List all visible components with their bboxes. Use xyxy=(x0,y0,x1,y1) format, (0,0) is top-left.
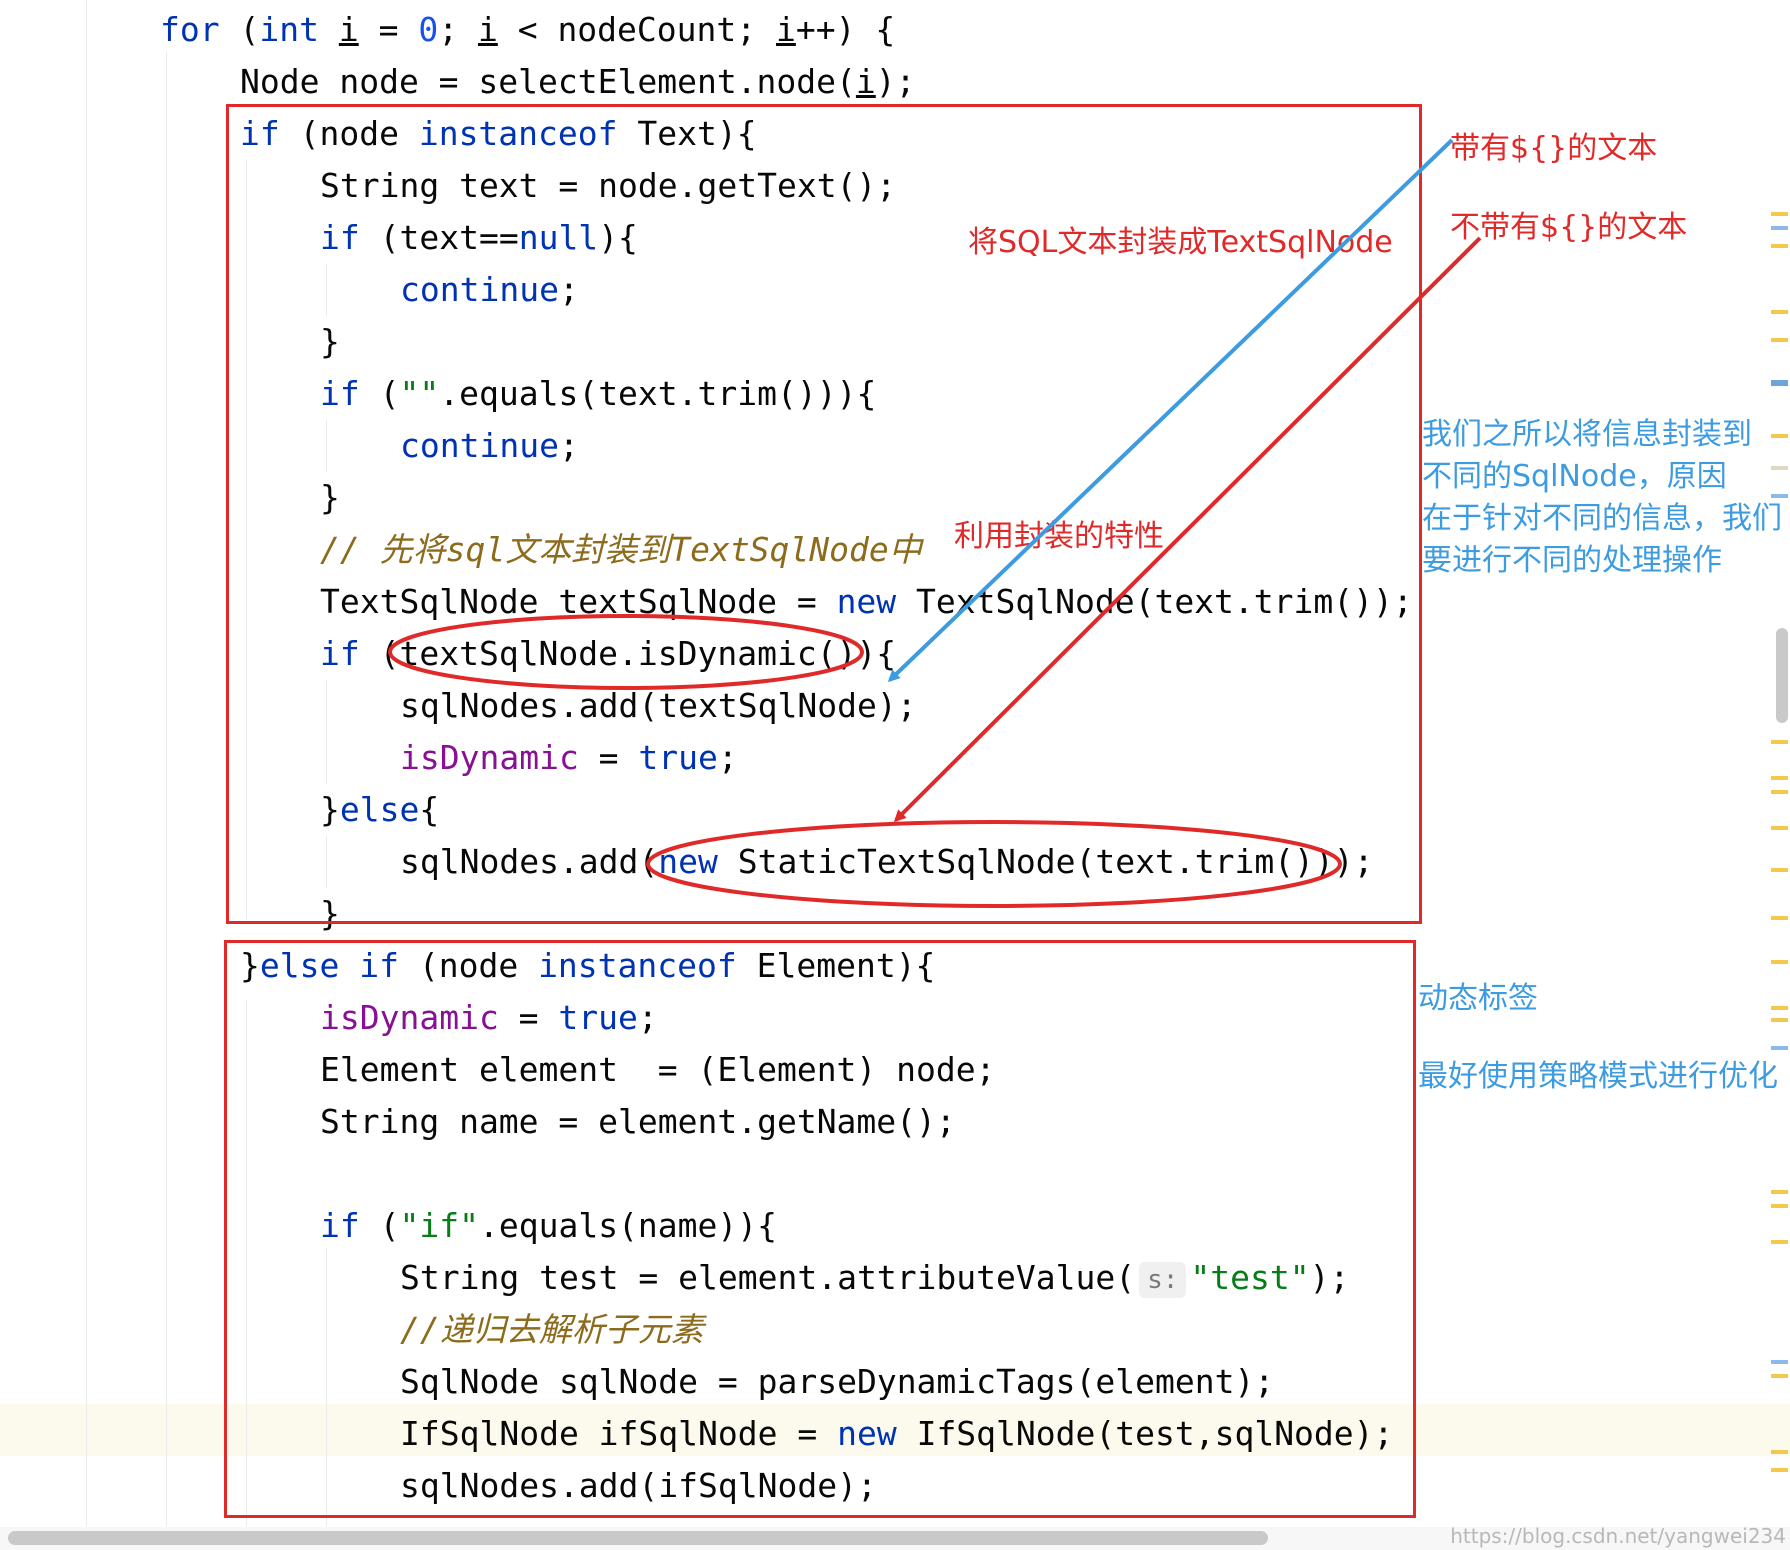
gutter-mark xyxy=(1771,1374,1788,1378)
arrow-to-static xyxy=(893,236,1482,823)
static-text-ellipse xyxy=(646,820,1342,908)
gutter-mark xyxy=(1771,494,1788,498)
gutter-mark xyxy=(1771,212,1788,216)
arrow-to-dynamic xyxy=(887,138,1454,683)
gutter-mark xyxy=(1771,1190,1788,1194)
gutter-mark xyxy=(1771,1204,1788,1208)
gutter-mark xyxy=(1771,1018,1788,1022)
gutter-mark xyxy=(1771,1006,1788,1010)
gutter-mark xyxy=(1771,380,1788,386)
gutter-mark xyxy=(1771,1240,1788,1244)
gutter-mark xyxy=(1771,244,1788,248)
gutter-mark xyxy=(1771,826,1788,830)
gutter-mark xyxy=(1771,868,1788,872)
gutter-mark xyxy=(1771,1046,1788,1050)
gutter-mark xyxy=(1771,1450,1788,1454)
gutter-mark xyxy=(1771,466,1788,470)
gutter-mark xyxy=(1771,916,1788,920)
code-editor[interactable]: for (int i = 0; i < nodeCount; i++) { No… xyxy=(0,0,1790,1550)
horizontal-scrollbar-thumb[interactable] xyxy=(8,1531,1268,1545)
gutter-mark xyxy=(1771,434,1788,438)
gutter-mark xyxy=(1771,338,1788,342)
gutter-mark xyxy=(1771,1468,1788,1472)
gutter-mark xyxy=(1771,310,1788,314)
gutter-mark xyxy=(1771,776,1788,780)
gutter-mark xyxy=(1771,740,1788,744)
gutter-mark xyxy=(1771,1360,1788,1364)
vertical-scrollbar-thumb[interactable] xyxy=(1776,628,1788,723)
gutter-mark xyxy=(1771,960,1788,964)
gutter-mark xyxy=(1771,790,1788,794)
annotation-overlay xyxy=(388,138,1482,908)
watermark: https://blog.csdn.net/yangwei234 xyxy=(1450,1524,1786,1548)
is-dynamic-ellipse xyxy=(388,614,864,690)
gutter-mark xyxy=(1771,226,1788,230)
